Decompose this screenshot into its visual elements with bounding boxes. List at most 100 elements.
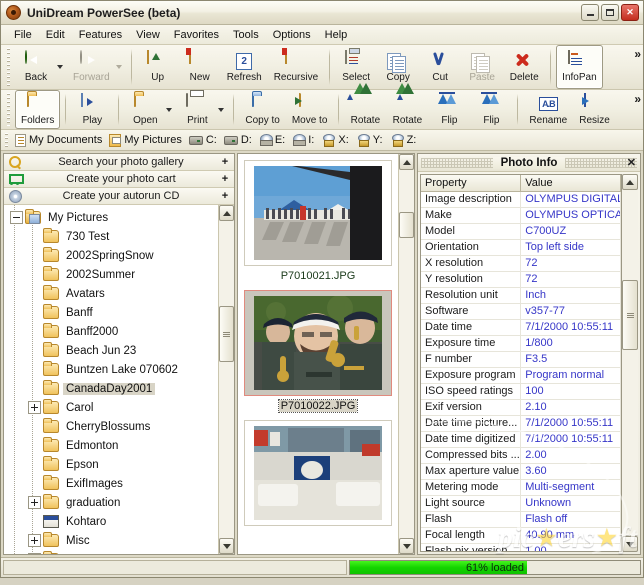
folder-tree[interactable]: My Pictures730 Test2002SpringSnow2002Sum…	[4, 205, 218, 554]
expand-plus-icon[interactable]	[28, 553, 41, 554]
open-dropdown-arrow-icon[interactable]	[166, 108, 172, 112]
toolbar-overflow-icon[interactable]: »	[634, 48, 639, 60]
play-button[interactable]: Play	[71, 90, 113, 129]
folders-button[interactable]: Folders	[15, 90, 60, 129]
tree-item[interactable]: My Pictures	[4, 208, 218, 227]
maximize-button[interactable]	[601, 4, 619, 21]
tree-vertical-scrollbar[interactable]	[218, 205, 234, 554]
tree-item[interactable]: Epson	[4, 455, 218, 474]
delete-button[interactable]: Delete	[503, 45, 545, 89]
expand-plus-icon[interactable]: +	[216, 173, 234, 185]
menu-item-options[interactable]: Options	[266, 27, 318, 43]
table-row[interactable]: OrientationTop left side	[421, 239, 621, 255]
table-row[interactable]: Metering modeMulti-segment	[421, 479, 621, 495]
back-button[interactable]: Back	[15, 45, 57, 89]
table-row[interactable]: Compressed bits ...2.00	[421, 447, 621, 463]
thumbnails-vertical-scrollbar[interactable]	[398, 154, 414, 554]
close-button[interactable]: ✕	[621, 4, 639, 21]
rotate-left-button[interactable]: Rotate	[386, 90, 428, 129]
table-row[interactable]: Image descriptionOLYMPUS DIGITAL C	[421, 191, 621, 207]
tree-item[interactable]: CherryBlossums	[4, 417, 218, 436]
tree-item[interactable]: Kohtaro	[4, 512, 218, 531]
tree-item[interactable]: My Family	[4, 550, 218, 554]
tree-item[interactable]: Edmonton	[4, 436, 218, 455]
thumbs-scroll-up-button[interactable]	[399, 154, 414, 170]
move-to-button[interactable]: Move to	[286, 90, 334, 129]
table-row[interactable]: Date time7/1/2000 10:55:11	[421, 319, 621, 335]
paste-button[interactable]: Paste	[461, 45, 503, 89]
thumbs-scroll-track[interactable]	[399, 170, 414, 538]
photo-info-close-icon[interactable]: ✕	[627, 156, 636, 169]
table-row[interactable]: MakeOLYMPUS OPTICAL	[421, 207, 621, 223]
menu-item-edit[interactable]: Edit	[39, 27, 72, 43]
table-row[interactable]: Softwarev357-77	[421, 303, 621, 319]
recursive-button[interactable]: Recursive	[268, 45, 324, 89]
thumbs-scroll-thumb[interactable]	[399, 212, 414, 238]
tree-item[interactable]: Misc	[4, 531, 218, 550]
table-row[interactable]: Date time digitized7/1/2000 10:55:11	[421, 431, 621, 447]
drivebar-grip[interactable]	[5, 133, 9, 148]
expand-plus-icon[interactable]	[28, 401, 41, 414]
toolbar-grip[interactable]	[7, 93, 11, 126]
table-row[interactable]: FlashFlash off	[421, 511, 621, 527]
rotate-right-button[interactable]: Rotate	[344, 90, 386, 129]
drive-i[interactable]: I:	[290, 133, 319, 147]
table-row[interactable]: Exposure programProgram normal	[421, 367, 621, 383]
toolbar-overflow-icon[interactable]: »	[634, 93, 639, 105]
refresh-button[interactable]: 2 Refresh	[221, 45, 268, 89]
table-row[interactable]: X resolution72	[421, 255, 621, 271]
task-create-photo-cart[interactable]: Create your photo cart +	[4, 171, 234, 188]
table-row[interactable]: Date time picture...7/1/2000 10:55:11	[421, 415, 621, 431]
drive-z[interactable]: Z:	[388, 133, 422, 148]
print-button[interactable]: Print	[176, 90, 218, 129]
thumbnail-list[interactable]: P7010021.JPG	[238, 154, 398, 554]
drive-e[interactable]: E:	[257, 133, 290, 147]
photo-info-grid-wrapper[interactable]: Property Value Image descriptionOLYMPUS …	[420, 174, 622, 552]
open-button[interactable]: Open	[124, 90, 166, 129]
forward-dropdown-arrow-icon[interactable]	[116, 65, 122, 69]
tree-scroll-track[interactable]	[219, 221, 234, 538]
drive-c[interactable]: C:	[187, 133, 222, 147]
new-button[interactable]: New	[179, 45, 221, 89]
tree-item[interactable]: Buntzen Lake 070602	[4, 360, 218, 379]
tree-item[interactable]: CanadaDay2001	[4, 379, 218, 398]
crowd-under-white-tents-icon[interactable]	[244, 160, 392, 266]
copy-to-button[interactable]: Copy to	[239, 90, 285, 129]
flip-vertical-button[interactable]: Flip	[470, 90, 512, 129]
menu-item-features[interactable]: Features	[72, 27, 129, 43]
table-row[interactable]: Resolution unitInch	[421, 287, 621, 303]
task-search-photo-gallery[interactable]: Search your photo gallery +	[4, 154, 234, 171]
thumbnail-item[interactable]: P7010021.JPG	[244, 160, 392, 288]
resize-button[interactable]: Resize	[573, 90, 616, 129]
print-dropdown-arrow-icon[interactable]	[218, 108, 224, 112]
info-scroll-down-button[interactable]	[622, 536, 638, 552]
column-header-property[interactable]: Property	[421, 175, 521, 191]
up-button[interactable]: Up	[137, 45, 179, 89]
parade-vehicles-icon[interactable]	[244, 420, 392, 526]
tree-item[interactable]: Carol	[4, 398, 218, 417]
tree-scroll-thumb[interactable]	[219, 306, 234, 362]
menu-item-favorites[interactable]: Favorites	[167, 27, 226, 43]
column-header-value[interactable]: Value	[521, 175, 621, 191]
table-row[interactable]: Exif version2.10	[421, 399, 621, 415]
band-musicians-in-uniform-icon[interactable]	[244, 290, 392, 396]
infopan-button[interactable]: InfoPan	[556, 45, 602, 89]
tree-scroll-up-button[interactable]	[219, 205, 234, 221]
rename-button[interactable]: A.B Rename	[523, 90, 573, 129]
info-vertical-scrollbar[interactable]	[622, 174, 638, 552]
menu-item-tools[interactable]: Tools	[226, 27, 266, 43]
drive-d[interactable]: D:	[222, 133, 257, 147]
tree-item[interactable]: graduation	[4, 493, 218, 512]
table-row[interactable]: ISO speed ratings100	[421, 383, 621, 399]
minimize-button[interactable]	[581, 4, 599, 21]
shortcut-my-pictures[interactable]: My Pictures	[107, 133, 186, 148]
tree-item[interactable]: Banff	[4, 303, 218, 322]
expand-plus-icon[interactable]	[28, 534, 41, 547]
expand-plus-icon[interactable]	[28, 496, 41, 509]
info-scroll-track[interactable]	[622, 190, 638, 536]
expand-plus-icon[interactable]: +	[216, 156, 234, 168]
tree-item[interactable]: 2002Summer	[4, 265, 218, 284]
toolbar-grip[interactable]	[7, 48, 11, 86]
menu-item-help[interactable]: Help	[318, 27, 355, 43]
back-dropdown-arrow-icon[interactable]	[57, 65, 63, 69]
